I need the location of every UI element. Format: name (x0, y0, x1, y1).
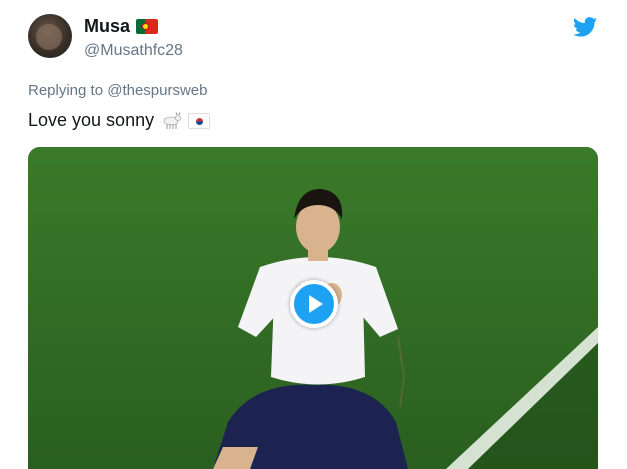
media-video[interactable] (28, 147, 598, 469)
reply-prefix: Replying to (28, 82, 104, 99)
tweet-card: Musa @Musathfc28 Replying to @thespurswe… (0, 0, 627, 469)
tweet-text: Love you sonny (28, 110, 211, 131)
reply-context: Replying to @thespursweb (28, 82, 208, 99)
play-button[interactable] (290, 280, 338, 328)
play-icon (309, 295, 323, 313)
portugal-flag-icon (136, 19, 159, 34)
reply-to-link[interactable]: @thespursweb (107, 82, 207, 99)
avatar[interactable] (28, 14, 72, 58)
avatar-image (36, 24, 62, 50)
twitter-bird-icon[interactable] (573, 16, 597, 38)
tweet-text-content: Love you sonny (28, 110, 155, 130)
south-korea-flag-icon (188, 112, 211, 129)
author-name-row: Musa (84, 16, 159, 37)
goat-emoji-icon (163, 111, 181, 129)
display-name[interactable]: Musa (84, 16, 130, 37)
author-handle[interactable]: @Musathfc28 (84, 42, 183, 60)
